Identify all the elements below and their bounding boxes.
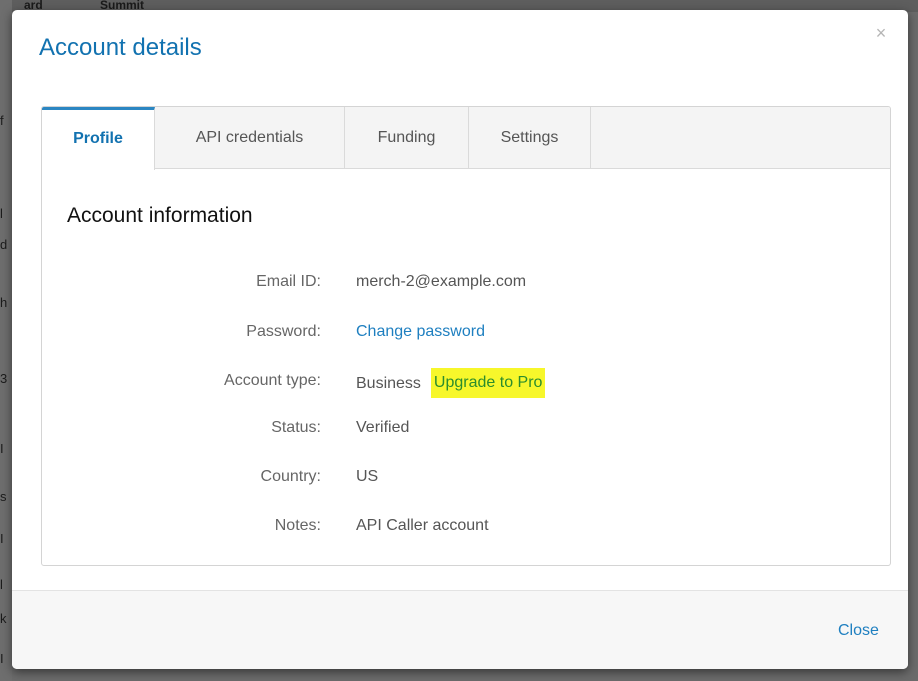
tab-panel: Profile API credentials Funding Settings…	[41, 106, 891, 566]
email-value: merch-2@example.com	[356, 273, 527, 290]
background-side-mark: s	[0, 489, 7, 504]
background-side-mark: f	[0, 113, 4, 128]
section-title: Account information	[67, 204, 253, 227]
tab-settings[interactable]: Settings	[469, 107, 591, 169]
background-side-mark: l	[0, 577, 3, 592]
password-label: Password:	[246, 323, 321, 340]
background-side-mark: I	[0, 651, 4, 666]
status-row: Status: Verified	[42, 416, 890, 440]
background-side-mark: k	[0, 611, 7, 626]
notes-value: API Caller account	[356, 517, 489, 534]
email-label: Email ID:	[256, 273, 321, 290]
change-password-link[interactable]: Change password	[356, 323, 485, 340]
email-row: Email ID: merch-2@example.com	[42, 270, 890, 294]
background-side-mark: I	[0, 531, 4, 546]
background-side-mark: d	[0, 237, 8, 252]
account-type-row: Account type: Business Upgrade to Pro	[42, 368, 890, 398]
country-value: US	[356, 468, 379, 485]
background-top-text: Summit	[100, 0, 145, 12]
tab-profile[interactable]: Profile	[42, 107, 155, 170]
background-side-mark: h	[0, 295, 8, 310]
tab-api-credentials[interactable]: API credentials	[155, 107, 345, 169]
background-side-mark: 3	[0, 371, 8, 386]
status-label: Status:	[271, 419, 321, 436]
modal-footer: Close	[12, 590, 908, 669]
modal-title: Account details	[39, 34, 202, 61]
background-top-text: ard	[24, 0, 43, 12]
close-button[interactable]: Close	[838, 621, 879, 641]
account-type-label: Account type:	[224, 372, 321, 389]
close-icon[interactable]: ×	[872, 24, 890, 42]
country-label: Country:	[260, 468, 321, 485]
notes-row: Notes: API Caller account	[42, 514, 890, 538]
background-side-mark: l	[0, 206, 3, 221]
background-side-mark: I	[0, 441, 4, 456]
tab-funding[interactable]: Funding	[345, 107, 469, 169]
account-details-modal: Account details × Profile API credential…	[12, 10, 908, 669]
tab-bar: Profile API credentials Funding Settings	[42, 107, 890, 170]
background-side-strip: f l d h 3 I s I l k I	[0, 0, 12, 681]
upgrade-to-pro-link[interactable]: Upgrade to Pro	[430, 368, 546, 398]
account-type-value: Business Upgrade to Pro	[356, 368, 546, 399]
password-value: Change password	[356, 320, 485, 344]
password-row: Password: Change password	[42, 320, 890, 344]
status-value: Verified	[356, 419, 410, 436]
country-row: Country: US	[42, 465, 890, 489]
account-type-text: Business	[356, 375, 421, 393]
notes-label: Notes:	[274, 517, 321, 534]
